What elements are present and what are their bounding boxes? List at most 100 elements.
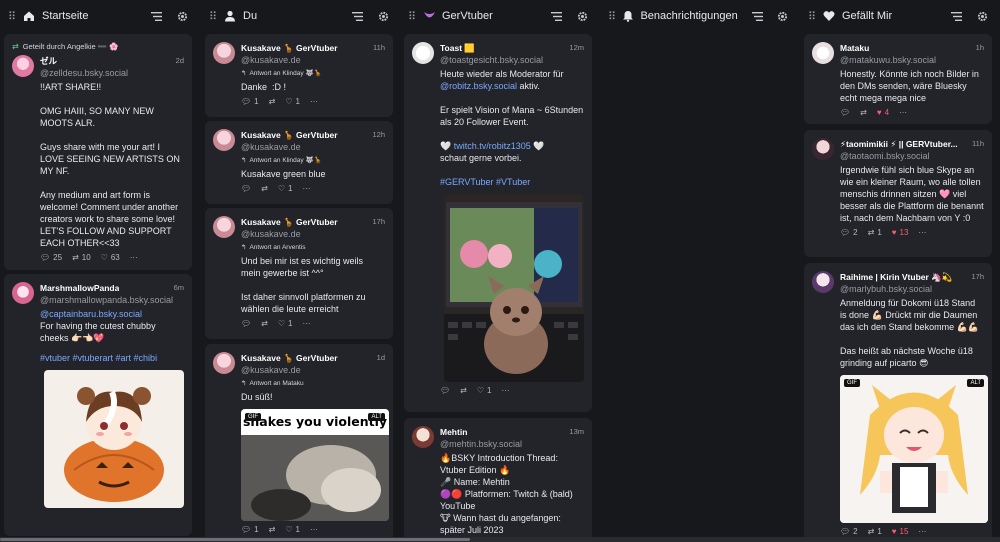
- drag-handle-icon[interactable]: ⠿: [209, 10, 217, 23]
- drag-handle-icon[interactable]: ⠿: [408, 10, 416, 23]
- avatar[interactable]: [412, 426, 434, 448]
- like-button[interactable]: ♡ 1: [285, 97, 300, 106]
- reply-indicator[interactable]: ↰ Antwort an Arventis: [241, 243, 385, 252]
- post-card[interactable]: Kusakave 🦒 GerVtuber 12h @kusakave.de ↰ A…: [205, 121, 393, 204]
- repost-button[interactable]: ⇄: [269, 525, 276, 534]
- post-card[interactable]: ⚡taomimikii ⚡ || GERVtuber... 11h @taota…: [804, 130, 992, 257]
- repost-button[interactable]: ⇄ 1: [868, 228, 882, 237]
- author-handle[interactable]: @kusakave.de: [241, 228, 385, 240]
- author-name[interactable]: Mehtin: [440, 426, 467, 438]
- scrollbar-thumb[interactable]: [0, 538, 470, 541]
- repost-button[interactable]: ⇄: [261, 319, 268, 328]
- avatar[interactable]: [412, 42, 434, 64]
- post-time[interactable]: 11h: [373, 42, 385, 54]
- avatar[interactable]: [213, 129, 235, 151]
- author-handle[interactable]: @kusakave.de: [241, 141, 385, 153]
- filter-icon[interactable]: [950, 10, 962, 22]
- filter-icon[interactable]: [150, 10, 162, 22]
- post-time[interactable]: 12m: [569, 42, 584, 54]
- like-button[interactable]: ♡ 63: [101, 253, 120, 262]
- drag-handle-icon[interactable]: ⠿: [808, 10, 816, 23]
- post-gif[interactable]: GIF ALT: [840, 375, 988, 523]
- post-image[interactable]: [44, 370, 184, 508]
- post-card[interactable]: MarshmallowPanda 6m @marshmallowpanda.bs…: [4, 274, 192, 536]
- filter-icon[interactable]: [751, 10, 763, 22]
- reply-button[interactable]: 💬︎ 25: [40, 253, 62, 262]
- author-handle[interactable]: @taotaomi.bsky.social: [840, 150, 984, 162]
- more-button[interactable]: ···: [501, 386, 509, 395]
- post-time[interactable]: 17h: [971, 271, 984, 283]
- like-button[interactable]: ♥ 15: [892, 527, 909, 536]
- avatar[interactable]: [213, 216, 235, 238]
- more-button[interactable]: ···: [310, 525, 318, 534]
- reply-button[interactable]: 💬︎ 2: [840, 527, 858, 536]
- reply-indicator[interactable]: ↰ Antwort an Klinday 🐺🦒: [241, 156, 385, 164]
- more-button[interactable]: ···: [310, 97, 318, 106]
- more-button[interactable]: ···: [302, 184, 310, 193]
- author-handle[interactable]: @kusakave.de: [241, 364, 385, 376]
- author-name[interactable]: ⚡taomimikii ⚡ || GERVtuber...: [840, 138, 958, 150]
- reply-indicator[interactable]: ↰ Antwort an Klinday 🐺🦒: [241, 69, 385, 77]
- like-button[interactable]: ♥ 4: [877, 108, 889, 117]
- avatar[interactable]: [12, 282, 34, 304]
- author-handle[interactable]: @toastgesicht.bsky.social: [440, 54, 584, 66]
- post-time[interactable]: 11h: [972, 138, 984, 150]
- avatar[interactable]: [213, 42, 235, 64]
- hashtags[interactable]: #GERVTuber #VTuber: [440, 177, 530, 187]
- avatar[interactable]: [812, 138, 834, 160]
- author-name[interactable]: Kusakave 🦒 GerVtuber: [241, 129, 338, 141]
- post-card[interactable]: Kusakave 🦒 GerVtuber 11h @kusakave.de ↰ A…: [205, 34, 393, 117]
- like-button[interactable]: ♥ 13: [892, 228, 909, 237]
- reply-button[interactable]: 💬︎: [840, 108, 850, 117]
- author-handle[interactable]: @matakuwu.bsky.social: [840, 54, 984, 66]
- filter-icon[interactable]: [550, 10, 562, 22]
- avatar[interactable]: [12, 55, 34, 77]
- more-button[interactable]: ···: [302, 319, 310, 328]
- post-gif[interactable]: shakes you violently GIF ALT: [241, 409, 389, 521]
- drag-handle-icon[interactable]: ⠿: [608, 10, 616, 23]
- author-name[interactable]: Kusakave 🦒 GerVtuber: [241, 216, 338, 228]
- filter-icon[interactable]: [351, 10, 363, 22]
- gear-icon[interactable]: [576, 10, 588, 22]
- repost-button[interactable]: ⇄: [269, 97, 276, 106]
- post-card[interactable]: Raihime | Kirin Vtuber 🦄💫 17h @marlybuh.…: [804, 263, 992, 542]
- post-card[interactable]: Kusakave 🦒 GerVtuber 1d @kusakave.de ↰ An…: [205, 344, 393, 542]
- reply-button[interactable]: 💬︎: [440, 386, 450, 395]
- author-handle[interactable]: @kusakave.de: [241, 54, 385, 66]
- reply-button[interactable]: 💬︎ 1: [241, 525, 259, 534]
- more-button[interactable]: ···: [918, 527, 926, 536]
- author-handle[interactable]: @mehtin.bsky.social: [440, 438, 584, 450]
- post-time[interactable]: 17h: [372, 216, 385, 228]
- post-time[interactable]: 6m: [174, 282, 184, 294]
- author-handle[interactable]: @marshmallowpanda.bsky.social: [40, 294, 184, 306]
- repost-button[interactable]: ⇄ 1: [868, 527, 882, 536]
- repost-button[interactable]: ⇄: [460, 386, 467, 395]
- author-name[interactable]: Mataku: [840, 42, 869, 54]
- author-name[interactable]: Toast 🟨: [440, 42, 475, 54]
- gear-icon[interactable]: [176, 10, 188, 22]
- post-card[interactable]: Mataku 1h @matakuwu.bsky.social Honestly…: [804, 34, 992, 124]
- avatar[interactable]: [812, 42, 834, 64]
- gear-icon[interactable]: [777, 10, 788, 22]
- drag-handle-icon[interactable]: ⠿: [8, 10, 16, 23]
- mention-link[interactable]: @captainbaru.bsky.social: [40, 308, 184, 320]
- repost-button[interactable]: ⇄ 10: [72, 253, 91, 262]
- reply-button[interactable]: 💬︎ 1: [241, 97, 259, 106]
- post-card[interactable]: ⇄ Geteilt durch Angelkie ➖ 🌸 ゼル 2d @zell…: [4, 34, 192, 270]
- author-handle[interactable]: @marlybuh.bsky.social: [840, 283, 984, 295]
- author-handle[interactable]: @zelldesu.bsky.social: [40, 67, 184, 79]
- gear-icon[interactable]: [976, 10, 988, 22]
- post-image[interactable]: [444, 194, 584, 382]
- author-name[interactable]: MarshmallowPanda: [40, 282, 119, 294]
- more-button[interactable]: ···: [130, 253, 138, 262]
- post-time[interactable]: 13m: [569, 426, 584, 438]
- mention-link[interactable]: @robitz.bsky.social: [440, 81, 517, 91]
- author-name[interactable]: Kusakave 🦒 GerVtuber: [241, 42, 338, 54]
- post-time[interactable]: 2d: [176, 55, 184, 67]
- post-time[interactable]: 12h: [372, 129, 385, 141]
- like-button[interactable]: ♡ 1: [285, 525, 300, 534]
- post-card[interactable]: Toast 🟨 12m @toastgesicht.bsky.social He…: [404, 34, 592, 412]
- horizontal-scrollbar[interactable]: [0, 537, 1000, 542]
- like-button[interactable]: ♡ 1: [477, 386, 492, 395]
- reply-button[interactable]: 💬︎ 2: [840, 228, 858, 237]
